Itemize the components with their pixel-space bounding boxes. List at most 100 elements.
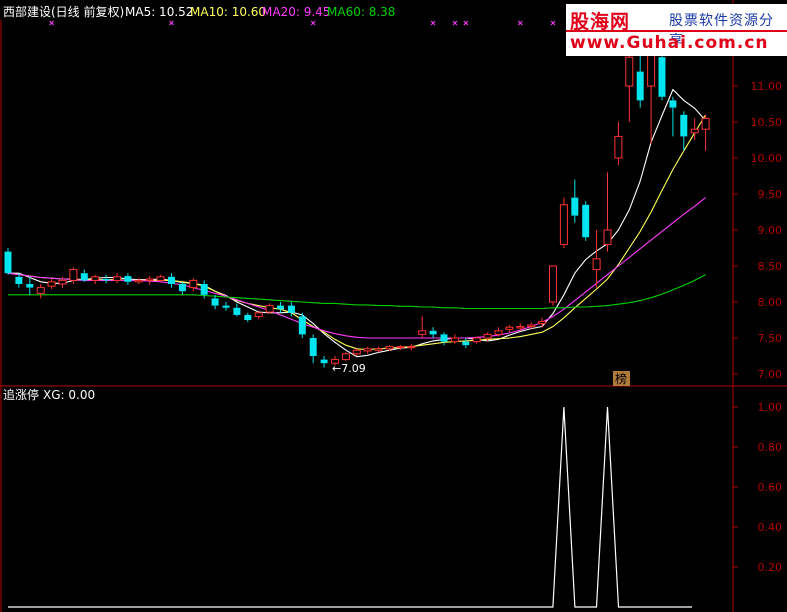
candle-body [91, 276, 100, 281]
series-line-xg [8, 406, 692, 608]
candle-55 [603, 172, 612, 252]
candle-body [636, 71, 644, 101]
candle-body [483, 333, 492, 339]
candle-7 [80, 269, 88, 282]
price-tick-label-0: 7.00 [758, 368, 783, 381]
candle-body [571, 197, 579, 216]
candle-50 [549, 265, 557, 306]
signal-marker-1 [169, 20, 174, 26]
candle-body [309, 338, 317, 356]
price-tick-label-2: 8.00 [758, 296, 783, 309]
candle-body [113, 276, 121, 281]
signal-marker-6 [517, 20, 523, 26]
candle-body [36, 287, 45, 294]
candle-27 [298, 312, 306, 338]
series-line-ma10 [7, 114, 707, 351]
candle-14 [156, 274, 165, 282]
stock-title: 西部建设(日线 前复权) [3, 4, 124, 19]
candle-body [15, 276, 23, 284]
candle-25 [277, 302, 284, 313]
candle-body [211, 298, 219, 306]
candle-38 [418, 316, 427, 338]
candle-body [614, 135, 623, 159]
candle-body [374, 348, 383, 351]
list-marker: 榜 [615, 371, 627, 386]
candle-2 [26, 276, 34, 295]
candle-58 [636, 50, 644, 108]
candle-body [233, 307, 241, 315]
candle-29 [320, 356, 328, 368]
candle-body [559, 204, 568, 245]
candle-body [134, 279, 143, 283]
candle-28 [309, 334, 317, 364]
price-tick-label-6: 10.00 [751, 152, 783, 165]
candle-20 [222, 302, 230, 311]
candle-body [156, 276, 165, 281]
moving-average-lines [7, 88, 707, 358]
watermark-divider [566, 30, 787, 32]
price-tick-label-8: 11.00 [751, 80, 783, 93]
candle-body [472, 337, 481, 343]
ind-tick-label-2: 0.60 [758, 481, 783, 494]
signal-marker-7 [550, 20, 556, 26]
candle-61 [669, 96, 677, 137]
candle-57 [625, 53, 634, 122]
signal-marker-4 [452, 20, 458, 26]
ind-tick-label-1: 0.40 [758, 521, 783, 534]
candle-9 [102, 274, 110, 284]
candle-53 [582, 201, 590, 241]
indicator-name: 追涨停 [3, 387, 39, 402]
candle-3 [36, 284, 45, 299]
candle-46 [505, 325, 514, 333]
candle-41 [450, 334, 459, 344]
price-tick-label-4: 9.00 [758, 224, 783, 237]
series-line-ma5 [8, 88, 707, 358]
price-tick-label-7: 10.50 [751, 116, 783, 129]
candle-36 [396, 345, 405, 351]
candle-body [701, 117, 710, 130]
candlesticks [4, 35, 710, 368]
candle-4 [47, 278, 56, 290]
candle-10 [113, 273, 121, 284]
candle-64 [701, 114, 710, 151]
price-axis-ticks: 7.00 7.50 8.00 8.50 9.00 9.50 10.00 10.50 11.00 [733, 80, 782, 381]
candle-8 [91, 274, 100, 284]
candle-body [625, 56, 634, 87]
candle-body [582, 204, 590, 238]
series-line-ma20 [7, 197, 706, 339]
candle-43 [472, 336, 481, 344]
candle-body [26, 284, 34, 288]
candle-body [47, 281, 56, 287]
candle-body [58, 279, 67, 285]
ma5-label: MA5: 10.52 [125, 5, 193, 19]
candle-body [277, 305, 284, 310]
signal-marker-3 [430, 20, 436, 26]
candle-62 [680, 111, 688, 151]
price-tick-label-5: 9.50 [758, 188, 783, 201]
candle-body [658, 57, 666, 97]
ind-tick-label-0: 0.20 [758, 561, 783, 574]
ind-tick-label-3: 0.80 [758, 441, 783, 454]
candle-body [145, 278, 154, 281]
candle-24 [265, 303, 274, 314]
candle-body [505, 326, 514, 330]
low-price-marker: ←7.09 [332, 362, 366, 375]
candle-16 [178, 281, 186, 295]
price-tick-label-1: 7.50 [758, 332, 783, 345]
candle-body [352, 349, 361, 355]
candle-13 [145, 276, 154, 285]
stock-chart: 西部建设(日线 前复权) MA5: 10.52 MA10: 10.60 MA20… [0, 0, 787, 612]
ind-tick-label-4: 1.00 [758, 401, 783, 414]
candle-15 [168, 273, 175, 288]
signal-markers [49, 20, 556, 26]
watermark: 股海网 股票软件资源分享 www.Guhai.com.cn [566, 4, 787, 56]
signal-marker-5 [463, 20, 469, 26]
ma20-label: MA20: 9.45 [262, 5, 330, 19]
candle-body [603, 229, 612, 245]
signal-marker-0 [49, 20, 54, 26]
indicator-axis-ticks: 0.20 0.40 0.60 0.80 1.00 [733, 401, 782, 574]
candle-body [320, 359, 328, 364]
candle-body [189, 279, 198, 289]
candle-body [429, 330, 437, 335]
candle-51 [559, 197, 568, 248]
